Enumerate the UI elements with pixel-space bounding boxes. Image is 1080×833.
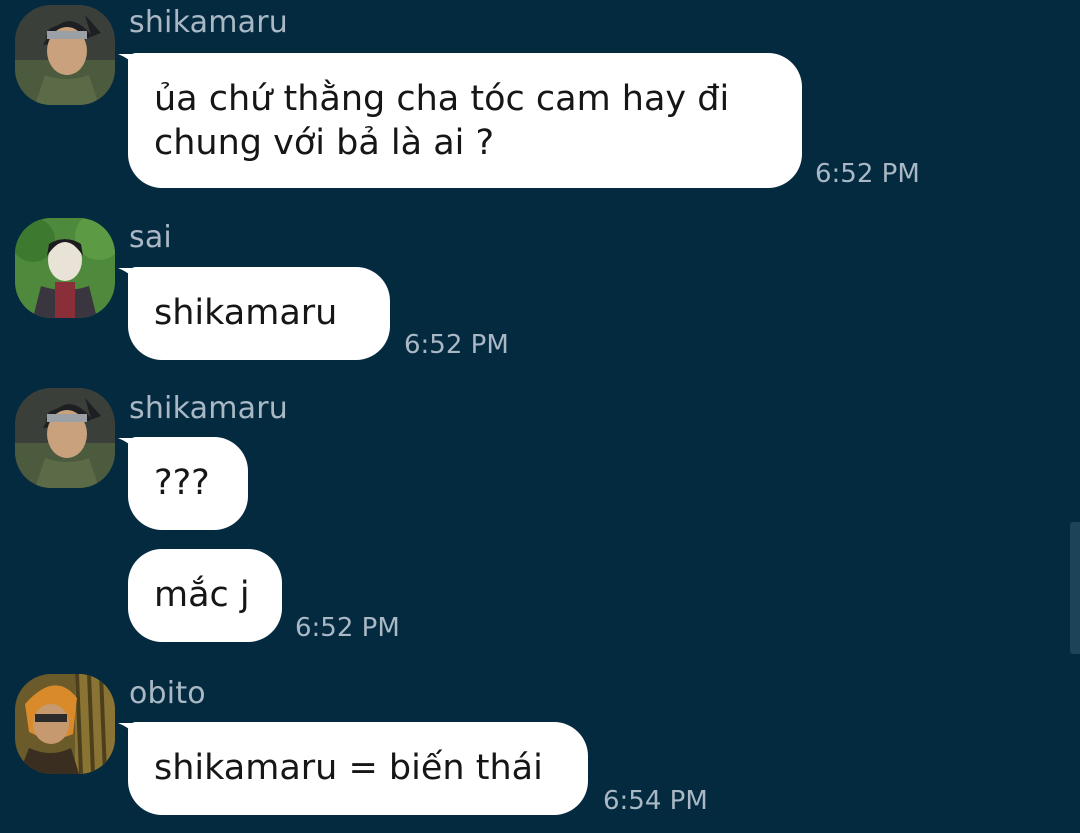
- obito-avatar-icon: [15, 674, 115, 774]
- message-text-line: ủa chứ thằng cha tóc cam hay đi: [154, 79, 730, 119]
- message-text: shikamaru: [154, 293, 338, 333]
- avatar-shikamaru[interactable]: [15, 388, 115, 488]
- message-timestamp: 6:52 PM: [404, 330, 509, 360]
- sender-name: obito: [129, 676, 206, 711]
- message-bubble[interactable]: ???: [128, 437, 248, 530]
- avatar-sai[interactable]: [15, 218, 115, 318]
- message-bubble[interactable]: shikamaru: [128, 267, 390, 360]
- avatar-shikamaru[interactable]: [15, 5, 115, 105]
- shikamaru-avatar-icon: [15, 5, 115, 105]
- sender-name: shikamaru: [129, 391, 288, 426]
- message-timestamp: 6:52 PM: [295, 613, 400, 643]
- sender-name: sai: [129, 220, 172, 255]
- shikamaru-avatar-icon: [15, 388, 115, 488]
- message-bubble[interactable]: shikamaru = biến thái: [128, 722, 588, 815]
- avatar-obito[interactable]: [15, 674, 115, 774]
- message-text: mắc j: [154, 575, 250, 615]
- message-bubble[interactable]: ủa chứ thằng cha tóc cam hay đi chung vớ…: [128, 53, 802, 188]
- message-text: shikamaru = biến thái: [154, 748, 543, 788]
- message-bubble[interactable]: mắc j: [128, 549, 282, 642]
- message-timestamp: 6:54 PM: [603, 786, 708, 816]
- message-timestamp: 6:52 PM: [815, 159, 920, 189]
- message-text-line: chung với bả là ai ?: [154, 123, 495, 163]
- scrollbar-thumb[interactable]: [1070, 522, 1080, 654]
- message-text: ???: [154, 463, 210, 503]
- sai-avatar-icon: [15, 218, 115, 318]
- sender-name: shikamaru: [129, 5, 288, 40]
